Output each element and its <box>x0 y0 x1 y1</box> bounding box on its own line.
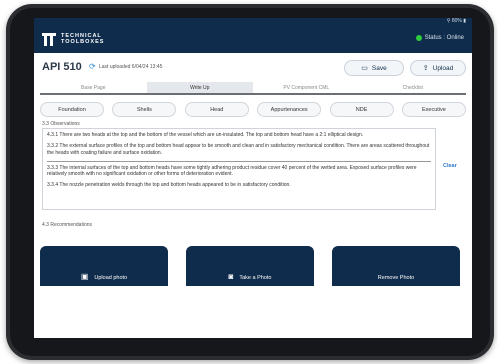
divider <box>47 160 431 162</box>
chip-shells[interactable]: Shells <box>112 102 177 117</box>
save-button[interactable]: ▭ Save <box>344 60 404 76</box>
camera-icon: ◙ <box>228 272 234 281</box>
remove-photo-label: Remove Photo <box>377 275 415 281</box>
remove-photo-button[interactable]: Remove Photo <box>332 246 460 286</box>
component-chips: Foundation Shells Head Appurtenances NDE… <box>40 102 466 117</box>
last-uploaded-text: Last uploaded 6/04/24 13:45 <box>99 64 163 70</box>
tab-pv-component-cml[interactable]: PV Component CML <box>253 82 360 93</box>
save-icon: ▭ <box>361 65 368 72</box>
clear-button[interactable]: Clear <box>443 163 457 169</box>
tab-checklist[interactable]: Checklist <box>360 82 467 93</box>
chip-head[interactable]: Head <box>184 102 249 117</box>
upload-button[interactable]: ⇪ Upload <box>410 60 466 76</box>
upload-label: Upload <box>432 64 454 72</box>
save-label: Save <box>371 64 387 72</box>
system-status-bar: ⚲ 80% ▮ <box>34 18 472 25</box>
take-photo-button[interactable]: ◙ Take a Photo <box>186 246 314 286</box>
observation-line: 3.3.4 The nozzle penetration welds throu… <box>47 182 291 188</box>
app-header: TECHNICAL TOOLBOXES Status : Online <box>34 25 472 53</box>
tab-base-page[interactable]: Base Page <box>40 82 147 93</box>
online-dot-icon <box>415 35 422 41</box>
recommendations-heading: 4.3 Recommendations <box>42 222 93 228</box>
battery-indicator: ⚲ 80% ▮ <box>446 18 466 24</box>
upload-icon: ⇪ <box>422 65 429 72</box>
observation-line: 3.3.3 The internal surfaces of the top a… <box>47 164 417 178</box>
observations-heading: 3.3 Observations <box>42 121 80 127</box>
observation-line: 3.3.2 The external surface profiles of t… <box>47 143 430 156</box>
chip-foundation[interactable]: Foundation <box>40 102 104 117</box>
logo-mark-icon <box>42 32 56 46</box>
page-title: API 510 <box>42 61 82 73</box>
connection-status: Status : Online <box>415 35 464 41</box>
image-icon: ▣ <box>80 272 89 281</box>
tab-write-up[interactable]: Write Up <box>146 82 253 93</box>
chip-appurtenances[interactable]: Appurtenances <box>257 102 322 117</box>
upload-photo-label: Upload photo <box>94 275 128 281</box>
status-text: Status : Online <box>424 35 464 41</box>
upload-photo-button[interactable]: ▣ Upload photo <box>40 246 168 286</box>
technical-toolboxes-logo: TECHNICAL TOOLBOXES <box>42 32 104 46</box>
take-photo-label: Take a Photo <box>239 275 272 281</box>
chip-nde[interactable]: NDE <box>329 102 394 117</box>
title-row: API 510 ⟳ Last uploaded 6/04/24 13:45 ▭ … <box>34 53 472 81</box>
chip-executive[interactable]: Executive <box>401 102 466 117</box>
app-screen: ⚲ 80% ▮ TECHNICAL TOOLBOXES Status : Onl… <box>34 18 472 338</box>
observation-line: 4.3.1 There are two heads at the top and… <box>47 132 364 138</box>
sync-icon[interactable]: ⟳ <box>89 62 96 71</box>
logo-text-line2: TOOLBOXES <box>61 39 105 45</box>
observations-textarea[interactable]: 4.3.1 There are two heads at the top and… <box>42 128 436 210</box>
section-tabs: Base Page Write Up PV Component CML Chec… <box>40 82 466 95</box>
